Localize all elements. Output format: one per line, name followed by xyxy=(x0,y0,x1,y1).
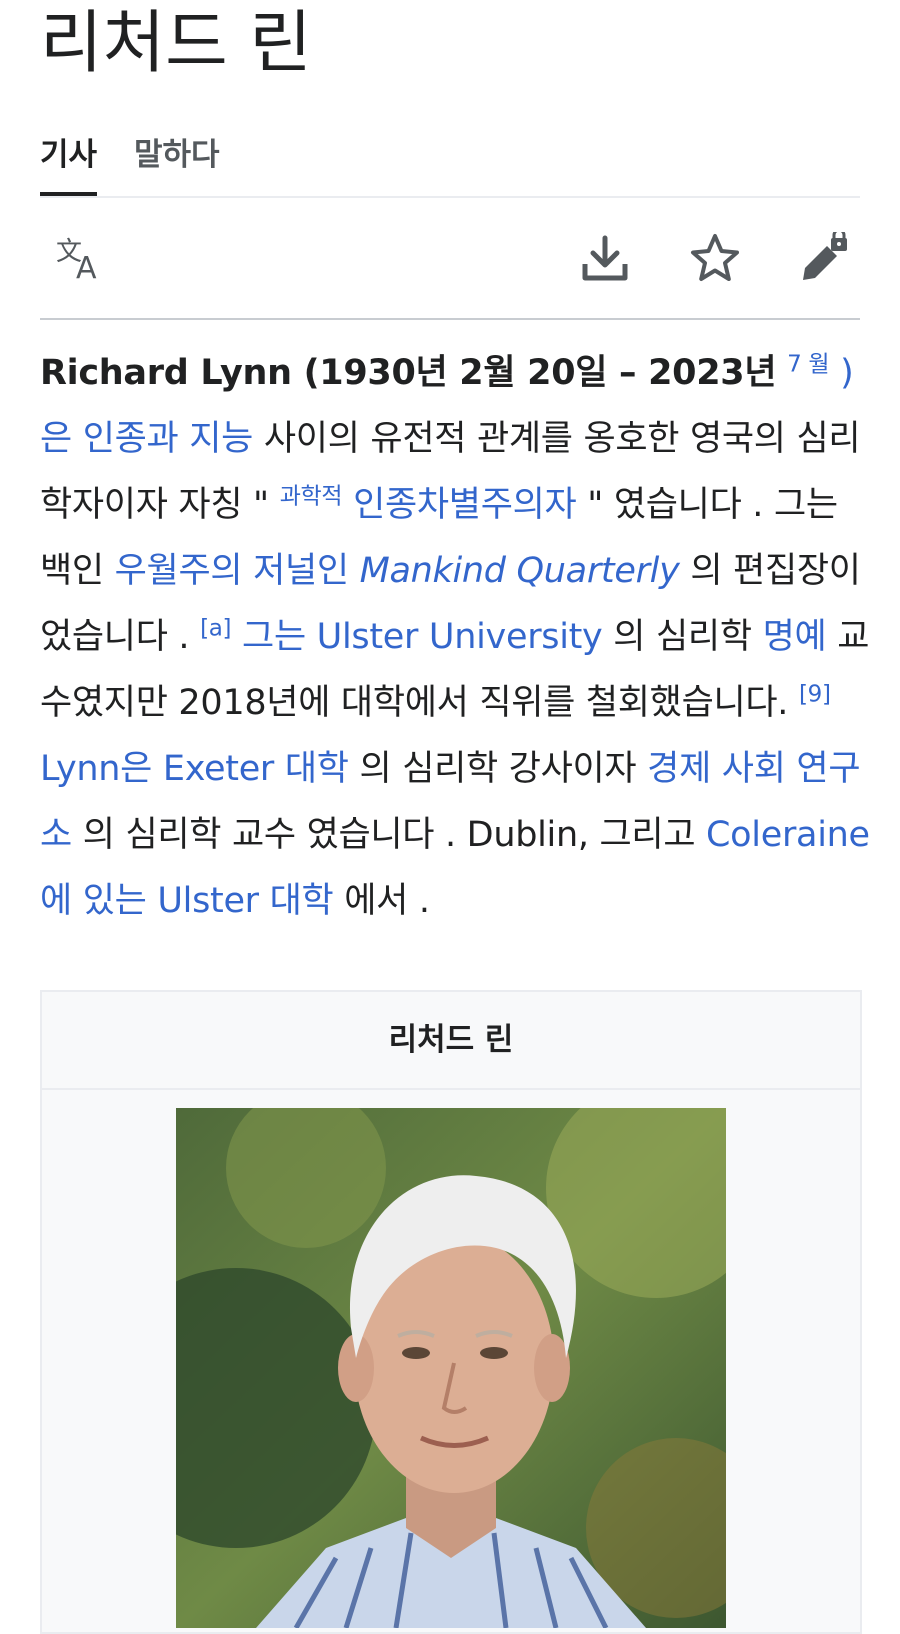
footnote-9-link[interactable]: [9] xyxy=(799,681,831,707)
lead-paragraph: Richard Lynn (1930년 2월 20일 – 2023년 7 월 )… xyxy=(40,340,870,934)
edit-lock-icon xyxy=(803,232,847,280)
exeter-university-link[interactable]: Lynn은 Exeter 대학 xyxy=(40,749,349,789)
portrait-photo[interactable] xyxy=(176,1108,726,1628)
footnote-a-link[interactable]: [a] xyxy=(200,615,231,641)
edit-locked-button[interactable] xyxy=(795,228,855,288)
page-tabs: 기사 말하다 xyxy=(40,128,860,198)
tab-article[interactable]: 기사 xyxy=(40,132,98,196)
supremacist-journal-link[interactable]: 우월주의 저널인 xyxy=(115,551,360,591)
scientific-link[interactable]: 과학적 xyxy=(280,483,343,509)
text-segment: 의 심리학 xyxy=(602,617,763,657)
text-segment: 에서 . xyxy=(333,881,430,921)
race-intelligence-link[interactable]: 은 인종과 지능 xyxy=(40,419,253,459)
subject-dates: (1930년 2월 20일 – 2023년 xyxy=(291,353,777,393)
svg-text:A: A xyxy=(76,251,97,284)
watch-button[interactable] xyxy=(685,228,745,288)
tab-talk[interactable]: 말하다 xyxy=(134,132,220,192)
close-paren: ) xyxy=(829,353,854,393)
text-segment: 의 심리학 교수 였습니다 . Dublin, 그리고 xyxy=(71,815,707,855)
month-link[interactable]: 7 월 xyxy=(787,351,830,377)
download-icon xyxy=(582,235,628,281)
mankind-quarterly-link[interactable]: Mankind Quarterly xyxy=(360,551,680,591)
subject-name: Richard Lynn xyxy=(40,353,292,393)
emeritus-link[interactable]: 명예 xyxy=(763,617,827,657)
portrait-image xyxy=(176,1108,726,1628)
infobox: 리처드 린 xyxy=(40,990,862,1634)
ulster-university-link[interactable]: 그는 Ulster University xyxy=(231,617,603,657)
racist-link[interactable]: 인종차별주의자 xyxy=(342,485,577,525)
infobox-title: 리처드 린 xyxy=(42,992,860,1090)
language-button[interactable]: 文 A xyxy=(50,228,110,288)
text-segment: 의 심리학 강사이자 xyxy=(348,749,648,789)
page-title: 리처드 린 xyxy=(40,4,312,83)
language-icon: 文 A xyxy=(56,237,97,284)
download-button[interactable] xyxy=(575,228,635,288)
page-actions-toolbar: 文 A xyxy=(40,196,860,320)
star-icon xyxy=(691,234,739,281)
